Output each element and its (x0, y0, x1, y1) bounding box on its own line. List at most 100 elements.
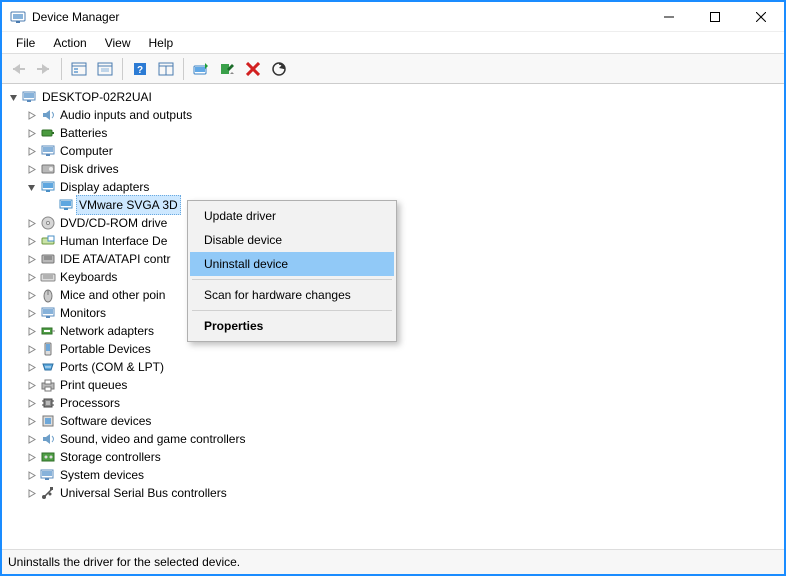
tree-item-mice[interactable]: Mice and other poin (24, 286, 778, 304)
tree-item-network[interactable]: Network adapters (24, 322, 778, 340)
audio-icon (40, 107, 56, 123)
tree-item-processors[interactable]: Processors (24, 394, 778, 412)
chevron-right-icon[interactable] (24, 252, 38, 266)
tree-item-display[interactable]: Display adapters (24, 178, 778, 196)
context-disable-device[interactable]: Disable device (190, 228, 394, 252)
tree-label: Computer (60, 142, 113, 160)
tree-label: Mice and other poin (60, 286, 165, 304)
chevron-right-icon[interactable] (24, 288, 38, 302)
tree-item-hid[interactable]: Human Interface De (24, 232, 778, 250)
chevron-right-icon[interactable] (24, 342, 38, 356)
maximize-button[interactable] (692, 2, 738, 32)
chevron-right-icon[interactable] (24, 306, 38, 320)
tree-root[interactable]: DESKTOP-02R2UAI (6, 88, 778, 106)
tree-item-usb[interactable]: Universal Serial Bus controllers (24, 484, 778, 502)
tree-label: Disk drives (60, 160, 119, 178)
arrow-right-icon (36, 63, 52, 75)
mouse-icon (40, 287, 56, 303)
chevron-right-icon[interactable] (24, 450, 38, 464)
software-icon (40, 413, 56, 429)
tree-label: IDE ATA/ATAPI contr (60, 250, 170, 268)
chevron-right-icon[interactable] (24, 360, 38, 374)
chevron-down-icon[interactable] (24, 180, 38, 194)
menu-help[interactable]: Help (141, 34, 182, 52)
chevron-right-icon[interactable] (24, 468, 38, 482)
chevron-down-icon[interactable] (6, 90, 20, 104)
tree-item-storage[interactable]: Storage controllers (24, 448, 778, 466)
monitor-icon (40, 305, 56, 321)
toolbar-show-hide-console-button[interactable] (67, 57, 91, 81)
action-list-icon (158, 62, 174, 76)
minimize-button[interactable] (646, 2, 692, 32)
tree-label: Processors (60, 394, 120, 412)
toolbar-action-button[interactable] (154, 57, 178, 81)
toolbar-uninstall-button[interactable] (241, 57, 265, 81)
menu-file[interactable]: File (8, 34, 43, 52)
tree-item-disk[interactable]: Disk drives (24, 160, 778, 178)
chevron-right-icon[interactable] (24, 126, 38, 140)
arrow-left-icon (10, 63, 26, 75)
context-update-driver[interactable]: Update driver (190, 204, 394, 228)
toolbar-disable-button[interactable] (215, 57, 239, 81)
chevron-right-icon[interactable] (24, 396, 38, 410)
toolbar-update-driver-button[interactable] (189, 57, 213, 81)
disk-icon (40, 161, 56, 177)
chevron-right-icon[interactable] (24, 216, 38, 230)
tree-label: VMware SVGA 3D (76, 195, 181, 215)
menu-action[interactable]: Action (45, 34, 94, 52)
status-bar: Uninstalls the driver for the selected d… (2, 550, 784, 574)
chevron-right-icon[interactable] (24, 414, 38, 428)
toolbar-scan-button[interactable] (267, 57, 291, 81)
help-icon: ? (132, 61, 148, 77)
tree-item-computer[interactable]: Computer (24, 142, 778, 160)
chevron-right-icon[interactable] (24, 270, 38, 284)
svg-text:?: ? (137, 65, 143, 76)
tree-label: Keyboards (60, 268, 117, 286)
tree-item-printq[interactable]: Print queues (24, 376, 778, 394)
tree-item-keyboards[interactable]: Keyboards (24, 268, 778, 286)
tree-item-audio[interactable]: Audio inputs and outputs (24, 106, 778, 124)
chevron-right-icon[interactable] (24, 162, 38, 176)
chevron-right-icon[interactable] (24, 108, 38, 122)
toolbar-help-button[interactable]: ? (128, 57, 152, 81)
chevron-right-icon[interactable] (24, 234, 38, 248)
tree-item-display-child[interactable]: VMware SVGA 3D (42, 196, 778, 214)
storage-icon (40, 449, 56, 465)
tree-item-portable[interactable]: Portable Devices (24, 340, 778, 358)
toolbar-separator (122, 58, 123, 80)
tree-label: System devices (60, 466, 144, 484)
menu-view[interactable]: View (97, 34, 139, 52)
tree-item-batteries[interactable]: Batteries (24, 124, 778, 142)
status-text: Uninstalls the driver for the selected d… (8, 555, 240, 569)
tree-item-ports[interactable]: Ports (COM & LPT) (24, 358, 778, 376)
chevron-right-icon[interactable] (24, 378, 38, 392)
printer-icon (40, 377, 56, 393)
tree-item-system[interactable]: System devices (24, 466, 778, 484)
context-scan-hardware[interactable]: Scan for hardware changes (190, 283, 394, 307)
cpu-icon (40, 395, 56, 411)
maximize-icon (710, 12, 720, 22)
tree-label: DVD/CD-ROM drive (60, 214, 167, 232)
close-icon (756, 12, 766, 22)
device-tree-panel[interactable]: DESKTOP-02R2UAI Audio inputs and outputs… (2, 84, 784, 550)
toolbar-properties-button[interactable] (93, 57, 117, 81)
console-tree-icon (71, 62, 87, 76)
context-uninstall-device[interactable]: Uninstall device (190, 252, 394, 276)
tree-item-sound[interactable]: Sound, video and game controllers (24, 430, 778, 448)
close-button[interactable] (738, 2, 784, 32)
port-icon (40, 359, 56, 375)
context-separator (192, 310, 392, 311)
chevron-right-icon[interactable] (24, 324, 38, 338)
context-properties[interactable]: Properties (190, 314, 394, 338)
disable-device-icon (219, 61, 235, 77)
toolbar-back-button (6, 57, 30, 81)
tree-item-monitors[interactable]: Monitors (24, 304, 778, 322)
chevron-right-icon[interactable] (24, 144, 38, 158)
menu-bar: File Action View Help (2, 32, 784, 54)
tree-item-ide[interactable]: IDE ATA/ATAPI contr (24, 250, 778, 268)
tree-item-dvd[interactable]: DVD/CD-ROM drive (24, 214, 778, 232)
tree-item-software[interactable]: Software devices (24, 412, 778, 430)
tree-label: Sound, video and game controllers (60, 430, 245, 448)
chevron-right-icon[interactable] (24, 432, 38, 446)
chevron-right-icon[interactable] (24, 486, 38, 500)
